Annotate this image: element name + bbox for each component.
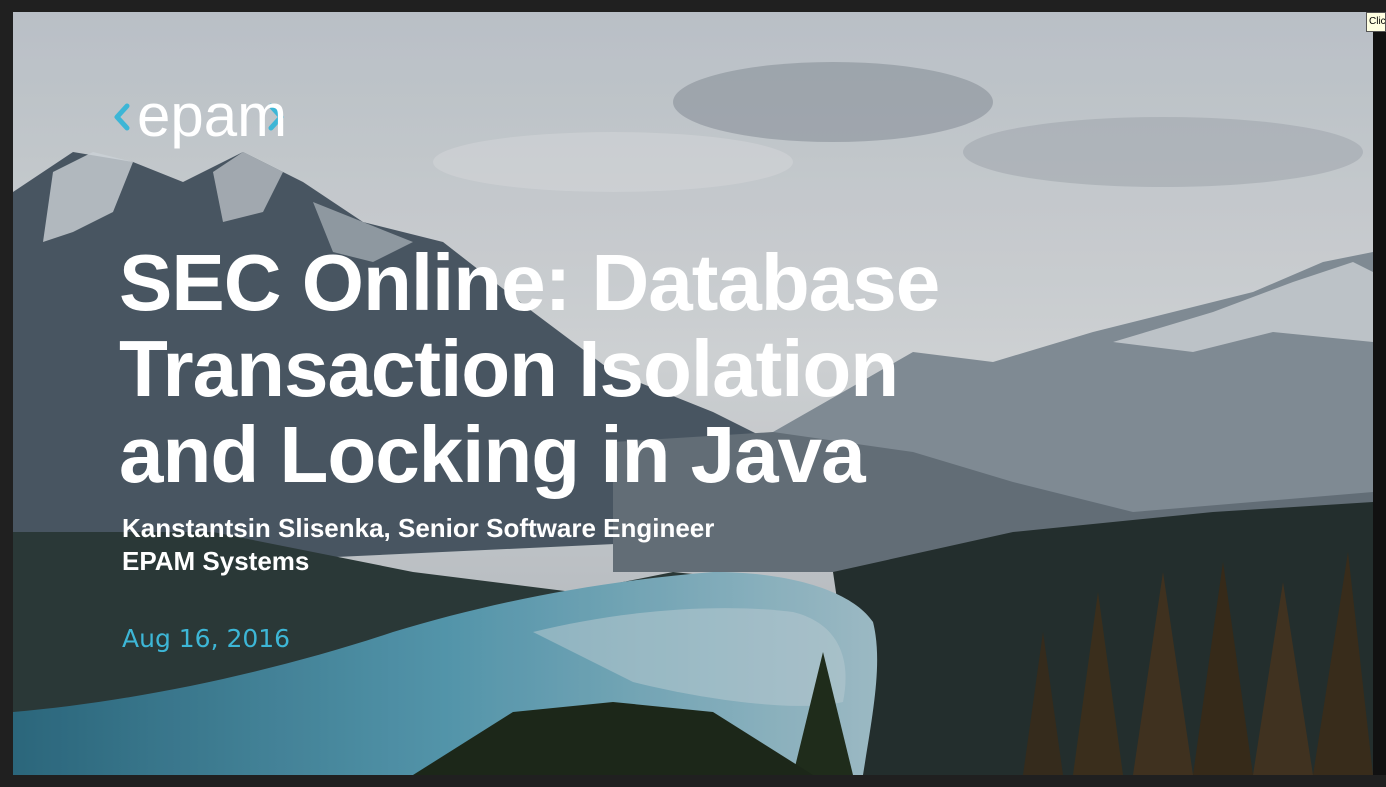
presentation-date: Aug 16, 2016 <box>122 624 291 653</box>
slide-title: SEC Online: Database Transaction Isolati… <box>119 240 1019 498</box>
epam-logo: epam <box>114 84 287 149</box>
title-line-3: and Locking in Java <box>119 410 866 499</box>
svg-text:epam: epam <box>137 84 287 149</box>
window-edge <box>1373 12 1386 775</box>
presenter-name-role: Kanstantsin Slisenka, Senior Software En… <box>122 513 715 543</box>
title-line-1: SEC Online: Database <box>119 238 940 327</box>
title-slide[interactable]: epam SEC Online: Database Transaction Is… <box>13 12 1373 775</box>
presenter-info: Kanstantsin Slisenka, Senior Software En… <box>122 512 922 578</box>
tooltip: Clic <box>1366 12 1386 32</box>
presenter-company: EPAM Systems <box>122 546 310 576</box>
title-line-2: Transaction Isolation <box>119 324 899 413</box>
